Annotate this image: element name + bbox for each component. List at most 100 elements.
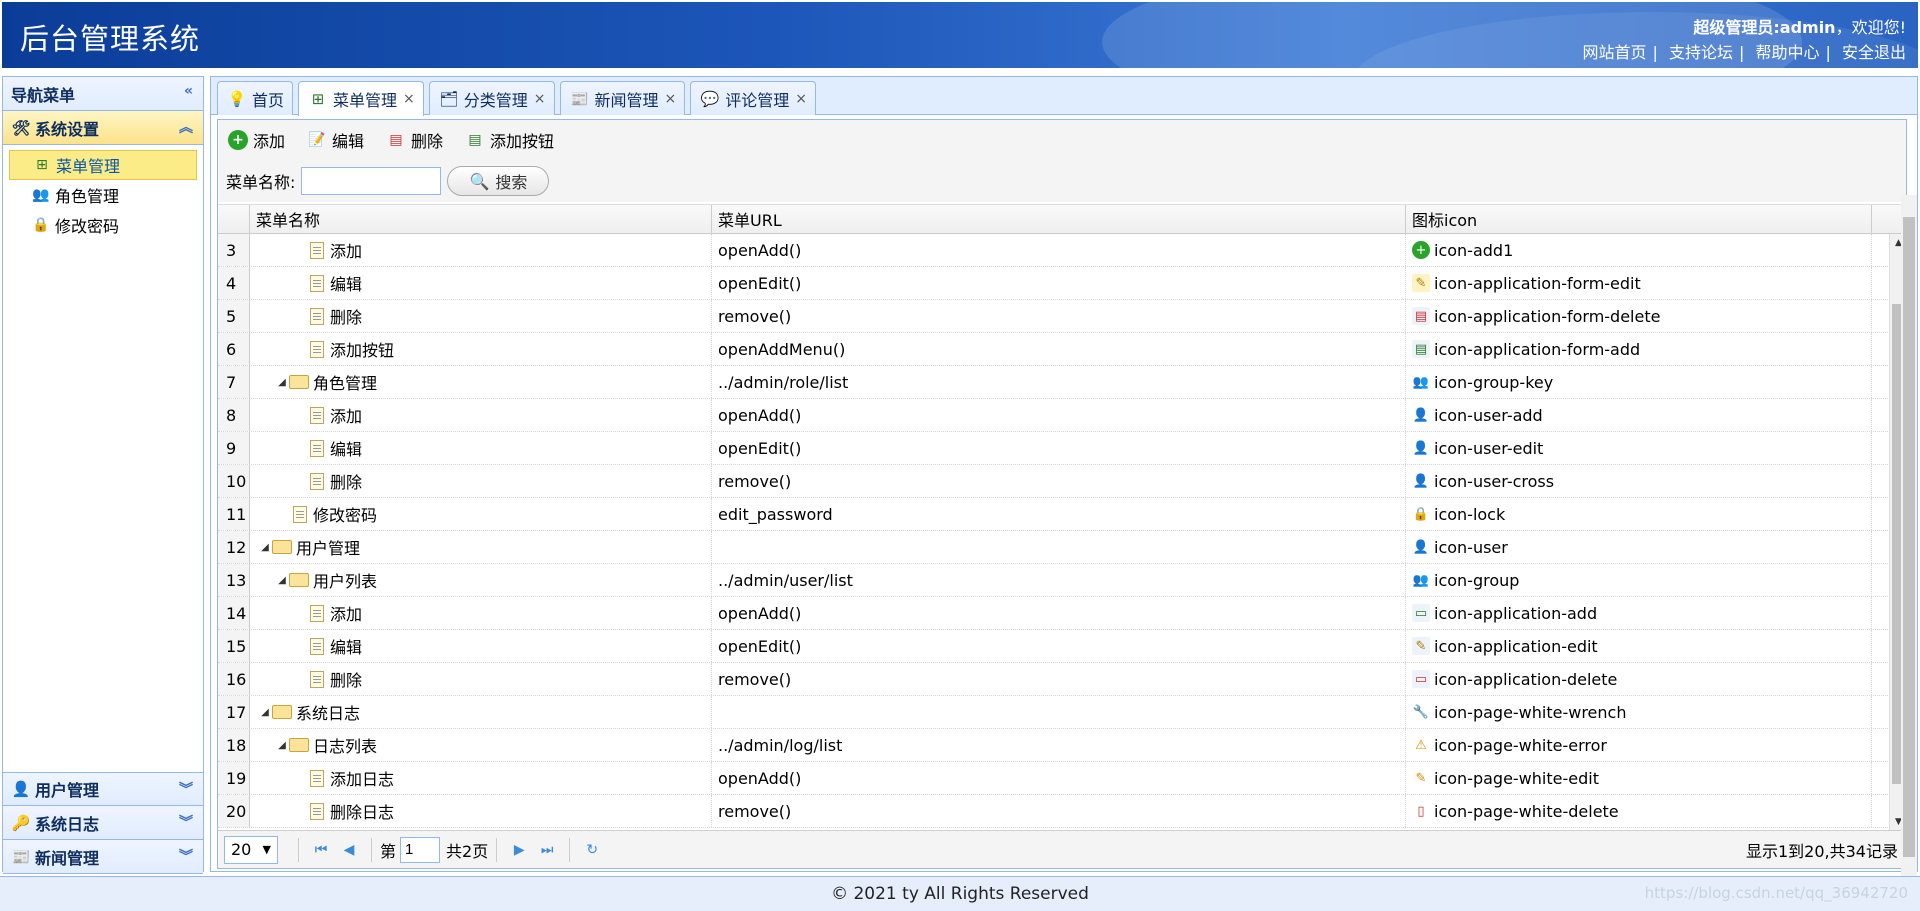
page-size-select[interactable]: 20 ▼ [224, 835, 278, 864]
close-icon[interactable]: × [534, 91, 546, 107]
menu-name-text: 添加按钮 [330, 341, 395, 360]
table-row[interactable]: 4 编辑 openEdit() ✎ icon-application-form-edit [218, 267, 1906, 300]
link-forum[interactable]: 支持论坛 [1669, 43, 1733, 62]
table-row[interactable]: 12 ◢ 用户管理 👤 icon-user [218, 531, 1906, 564]
header-icon[interactable]: 图标icon [1406, 205, 1872, 233]
page-scrollbar[interactable] [1901, 195, 1917, 911]
chevron-up-icon[interactable]: ︽ [179, 117, 193, 137]
expand-toggle-icon[interactable]: ◢ [275, 377, 289, 388]
sidebar: 导航菜单 « 🛠 系统设置 ︽ ⊞ 菜单管理 👥 角色管理 🔒 修改密码 👤 用… [2, 76, 204, 874]
search-input[interactable] [301, 167, 442, 195]
row-number: 8 [218, 399, 250, 431]
table-row[interactable]: 8 添加 openAdd() 👤 icon-user-add [218, 399, 1906, 432]
application-form-edit-icon: ✎ [1412, 274, 1430, 292]
top-links: 网站首页 | 支持论坛 | 帮助中心 | 安全退出 [1582, 43, 1906, 62]
cell-icon: ▯ icon-page-white-delete [1406, 795, 1872, 827]
cell-menu-name: 删除 [250, 663, 712, 695]
expand-toggle-icon[interactable]: ◢ [275, 575, 289, 586]
expand-toggle-icon[interactable]: ◢ [258, 707, 272, 718]
accordion-user-management[interactable]: 👤 用户管理 ︾ [3, 772, 203, 806]
table-row[interactable]: 13 ◢ 用户列表 ../admin/user/list 👥 icon-group [218, 564, 1906, 597]
accordion-system-log[interactable]: 🔑 系统日志 ︾ [3, 806, 203, 840]
cell-icon: 👥 icon-group-key [1406, 366, 1872, 398]
expand-toggle-icon[interactable]: ◢ [258, 542, 272, 553]
sidebar-item-menu-management[interactable]: ⊞ 菜单管理 [9, 150, 197, 180]
table-row[interactable]: 14 添加 openAdd() ▭ icon-application-add [218, 597, 1906, 630]
table-row[interactable]: 16 删除 remove() ▭ icon-application-delete [218, 663, 1906, 696]
cell-icon: ▭ icon-application-add [1406, 597, 1872, 629]
table-row[interactable]: 9 编辑 openEdit() 👤 icon-user-edit [218, 432, 1906, 465]
tab-comment-management[interactable]: 💬 评论管理 × [690, 81, 817, 115]
tab-news-management[interactable]: 📰 新闻管理 × [559, 81, 686, 115]
table-row[interactable]: 7 ◢ 角色管理 ../admin/role/list 👥 icon-group-key [218, 366, 1906, 399]
row-number: 17 [218, 696, 250, 728]
sidebar-item-change-password[interactable]: 🔒 修改密码 [9, 210, 197, 240]
table-row[interactable]: 15 编辑 openEdit() ✎ icon-application-edit [218, 630, 1906, 663]
table-row[interactable]: 19 添加日志 openAdd() ✎ icon-page-white-edit [218, 762, 1906, 795]
header-menu-name[interactable]: 菜单名称 [250, 205, 712, 233]
search-bar: 菜单名称: 🔍 搜索 [218, 160, 1906, 202]
row-number: 7 [218, 366, 250, 398]
search-button[interactable]: 🔍 搜索 [447, 166, 550, 196]
page-icon [310, 340, 324, 358]
row-number: 18 [218, 729, 250, 761]
expand-toggle-icon[interactable]: ◢ [275, 740, 289, 751]
scroll-thumb[interactable] [1903, 217, 1915, 857]
menu-name-text: 删除 [330, 473, 363, 492]
row-number: 16 [218, 663, 250, 695]
icon-class-text: icon-group-key [1434, 372, 1554, 392]
add-menu-button[interactable]: ▤ 添加按钮 [465, 128, 554, 152]
header-menu-url[interactable]: 菜单URL [712, 205, 1406, 233]
link-logout[interactable]: 安全退出 [1842, 43, 1906, 62]
tab-category-management[interactable]: 🗂 分类管理 × [428, 81, 555, 115]
table-row[interactable]: 17 ◢ 系统日志 🔧 icon-page-white-wrench [218, 696, 1906, 729]
tab-menu-management[interactable]: ⊞ 菜单管理 × [298, 81, 424, 116]
edit-button[interactable]: 📝 编辑 [307, 128, 364, 152]
table-row[interactable]: 11 修改密码 edit_password 🔒 icon-lock [218, 498, 1906, 531]
collapse-sidebar-icon[interactable]: « [184, 83, 193, 99]
menu-name-text: 编辑 [330, 440, 363, 459]
row-number: 9 [218, 432, 250, 464]
lock-icon: 🔒 [1412, 506, 1430, 522]
tab-bar: 💡 首页 ⊞ 菜单管理 × 🗂 分类管理 × 📰 新闻管理 × 💬 评论管理 × [211, 77, 1917, 116]
last-page-icon[interactable]: ⏭ [533, 836, 561, 864]
sidebar-item-role-management[interactable]: 👥 角色管理 [9, 180, 197, 210]
menu-name-text: 添加 [330, 242, 363, 261]
table-row[interactable]: 5 删除 remove() ▤ icon-application-form-delete [218, 300, 1906, 333]
delete-button[interactable]: ▤ 删除 [386, 128, 443, 152]
add-button[interactable]: + 添加 [228, 128, 285, 152]
link-site-home[interactable]: 网站首页 [1582, 43, 1646, 62]
tab-home[interactable]: 💡 首页 [217, 81, 294, 115]
table-row[interactable]: 10 删除 remove() 👤 icon-user-cross [218, 465, 1906, 498]
table-row[interactable]: 18 ◢ 日志列表 ../admin/log/list ⚠ icon-page-white… [218, 729, 1906, 762]
cell-menu-url: openEdit() [712, 267, 1406, 299]
close-icon[interactable]: × [665, 91, 677, 107]
user-icon: 👤 [11, 780, 31, 798]
next-page-icon[interactable]: ▶ [505, 836, 533, 864]
cell-menu-name: 添加 [250, 399, 712, 431]
chevron-down-icon[interactable]: ︾ [179, 779, 193, 799]
form-delete-icon: ▤ [389, 132, 403, 148]
folder-icon [272, 705, 292, 719]
news-icon: 📰 [11, 847, 31, 866]
link-help[interactable]: 帮助中心 [1755, 43, 1819, 62]
chevron-down-icon[interactable]: ︾ [179, 846, 193, 866]
accordion-system-settings[interactable]: 🛠 系统设置 ︽ [3, 111, 203, 145]
search-label: 菜单名称: [226, 173, 296, 192]
accordion-news-management[interactable]: 📰 新闻管理 ︾ [3, 840, 203, 874]
first-page-icon[interactable]: ⏮ [307, 836, 335, 864]
refresh-icon[interactable]: ↻ [578, 836, 606, 864]
table-row[interactable]: 3 添加 openAdd() + icon-add1 [218, 234, 1906, 267]
page-number-input[interactable] [400, 836, 441, 863]
prev-page-icon[interactable]: ◀ [335, 836, 363, 864]
cell-icon: 👤 icon-user-edit [1406, 432, 1872, 464]
chevron-down-icon[interactable]: ︾ [179, 812, 193, 832]
table-row[interactable]: 20 删除日志 remove() ▯ icon-page-white-delete [218, 795, 1906, 828]
close-icon[interactable]: × [795, 91, 807, 107]
table-row[interactable]: 6 添加按钮 openAddMenu() ▤ icon-application-form… [218, 333, 1906, 366]
close-icon[interactable]: × [403, 91, 415, 107]
cell-menu-url: openAddMenu() [712, 333, 1406, 365]
cell-menu-url: openAdd() [712, 399, 1406, 431]
folder-icon [289, 738, 309, 752]
welcome-text: 超级管理员:admin，欢迎您! [1693, 18, 1906, 37]
